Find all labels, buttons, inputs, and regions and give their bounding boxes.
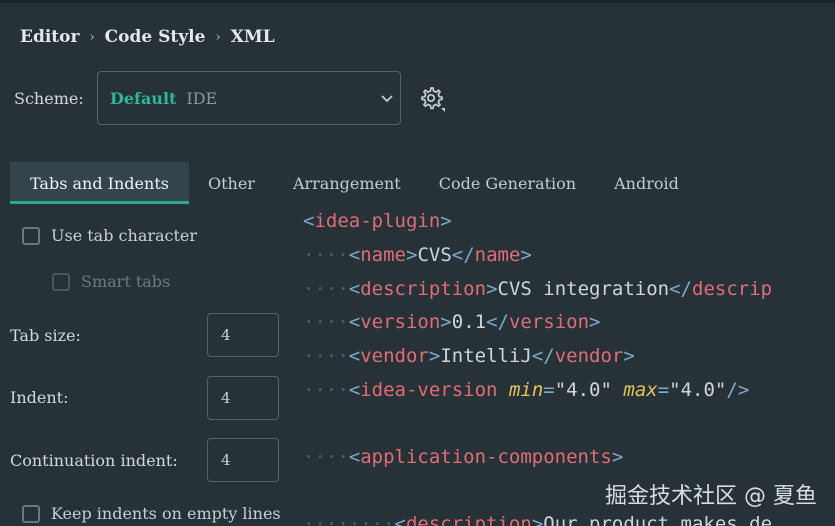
tab-code-generation[interactable]: Code Generation bbox=[420, 162, 595, 204]
breadcrumb-item-code-style[interactable]: Code Style bbox=[105, 27, 206, 47]
indent-label: Indent: bbox=[10, 388, 69, 407]
watermark: 掘金技术社区 @ 夏鱼 bbox=[605, 484, 817, 509]
breadcrumb-item-editor[interactable]: Editor bbox=[20, 27, 79, 47]
scheme-name: Default bbox=[110, 88, 177, 108]
indent-input[interactable]: 4 bbox=[207, 376, 279, 420]
breadcrumb-separator-icon: › bbox=[89, 29, 95, 45]
scheme-type: IDE bbox=[186, 88, 218, 108]
code-line: ····<version>0.1</version> bbox=[303, 311, 601, 333]
tab-size-input[interactable]: 4 bbox=[207, 313, 279, 357]
code-line: ····<application-components> bbox=[303, 446, 624, 468]
smart-tabs-checkbox bbox=[52, 272, 70, 291]
keep-indents-checkbox[interactable] bbox=[22, 504, 40, 523]
tab-arrangement[interactable]: Arrangement bbox=[274, 162, 420, 204]
scheme-select[interactable]: Default IDE bbox=[97, 71, 401, 125]
code-line: ····<vendor>IntelliJ</vendor> bbox=[303, 345, 635, 367]
code-line: ····<description>CVS integration</descri… bbox=[303, 278, 773, 300]
code-line: <idea-plugin> bbox=[303, 210, 452, 232]
breadcrumb: Editor › Code Style › XML bbox=[20, 26, 275, 48]
keep-indents-option[interactable]: Keep indents on empty lines bbox=[22, 504, 281, 523]
continuation-indent-input[interactable]: 4 bbox=[207, 438, 279, 482]
smart-tabs-label: Smart tabs bbox=[81, 272, 171, 291]
code-line: ········<description>Our product makes d… bbox=[303, 513, 773, 526]
breadcrumb-separator-icon: › bbox=[215, 29, 221, 45]
gear-icon[interactable] bbox=[418, 85, 446, 113]
continuation-indent-label: Continuation indent: bbox=[10, 451, 178, 470]
breadcrumb-item-xml: XML bbox=[230, 27, 275, 47]
code-line: ····<idea-version min="4.0" max="4.0"/> bbox=[303, 379, 750, 401]
smart-tabs-option: Smart tabs bbox=[52, 272, 170, 291]
keep-indents-label: Keep indents on empty lines bbox=[51, 504, 281, 523]
tab-size-label: Tab size: bbox=[10, 326, 81, 345]
use-tab-character-checkbox[interactable] bbox=[22, 226, 40, 245]
use-tab-character-option[interactable]: Use tab character bbox=[22, 226, 197, 245]
code-line: ····<name>CVS</name> bbox=[303, 244, 532, 266]
tab-other[interactable]: Other bbox=[189, 162, 274, 204]
tab-android[interactable]: Android bbox=[595, 162, 698, 204]
chevron-down-icon bbox=[381, 95, 393, 103]
tab-tabs-and-indents[interactable]: Tabs and Indents bbox=[10, 162, 189, 204]
tab-bar: Tabs and Indents Other Arrangement Code … bbox=[10, 162, 698, 204]
use-tab-character-label: Use tab character bbox=[51, 226, 198, 245]
scheme-label: Scheme: bbox=[14, 89, 84, 108]
top-border bbox=[0, 0, 835, 3]
